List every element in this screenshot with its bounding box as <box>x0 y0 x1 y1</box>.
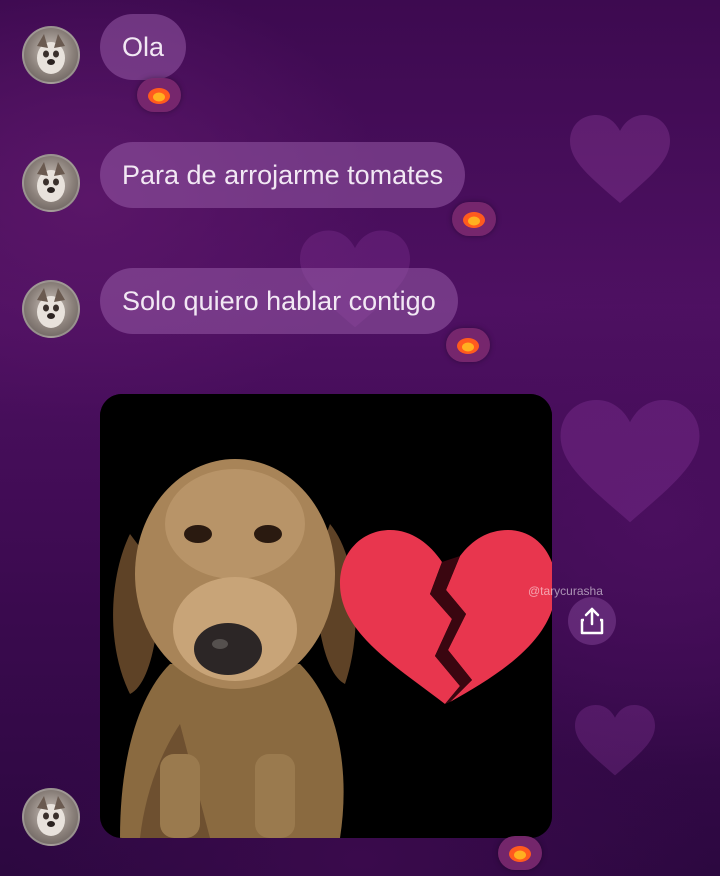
share-icon <box>580 607 604 635</box>
fire-emoji-icon <box>509 846 531 862</box>
fire-emoji-icon <box>457 338 479 354</box>
background-heart-icon <box>570 115 670 203</box>
message-bubble[interactable]: Solo quiero hablar contigo <box>100 268 458 334</box>
share-button[interactable] <box>568 597 616 645</box>
reaction-badge[interactable] <box>137 78 181 112</box>
background-heart-icon <box>560 400 700 523</box>
sticker-image[interactable] <box>100 394 552 838</box>
fire-emoji-icon <box>148 88 170 104</box>
reaction-badge[interactable] <box>446 328 490 362</box>
avatar[interactable] <box>22 26 80 84</box>
message-bubble[interactable]: Ola <box>100 14 187 80</box>
dog-broken-heart-image <box>100 394 552 838</box>
watermark-text: @tarycurasha <box>528 584 603 598</box>
avatar[interactable] <box>22 154 80 212</box>
avatar[interactable] <box>22 788 80 846</box>
fire-emoji-icon <box>463 212 485 228</box>
message-bubble[interactable]: Para de arrojarme tomates <box>100 142 466 208</box>
background-heart-icon <box>575 705 655 776</box>
reaction-badge[interactable] <box>498 836 542 870</box>
avatar[interactable] <box>22 280 80 338</box>
reaction-badge[interactable] <box>452 202 496 236</box>
